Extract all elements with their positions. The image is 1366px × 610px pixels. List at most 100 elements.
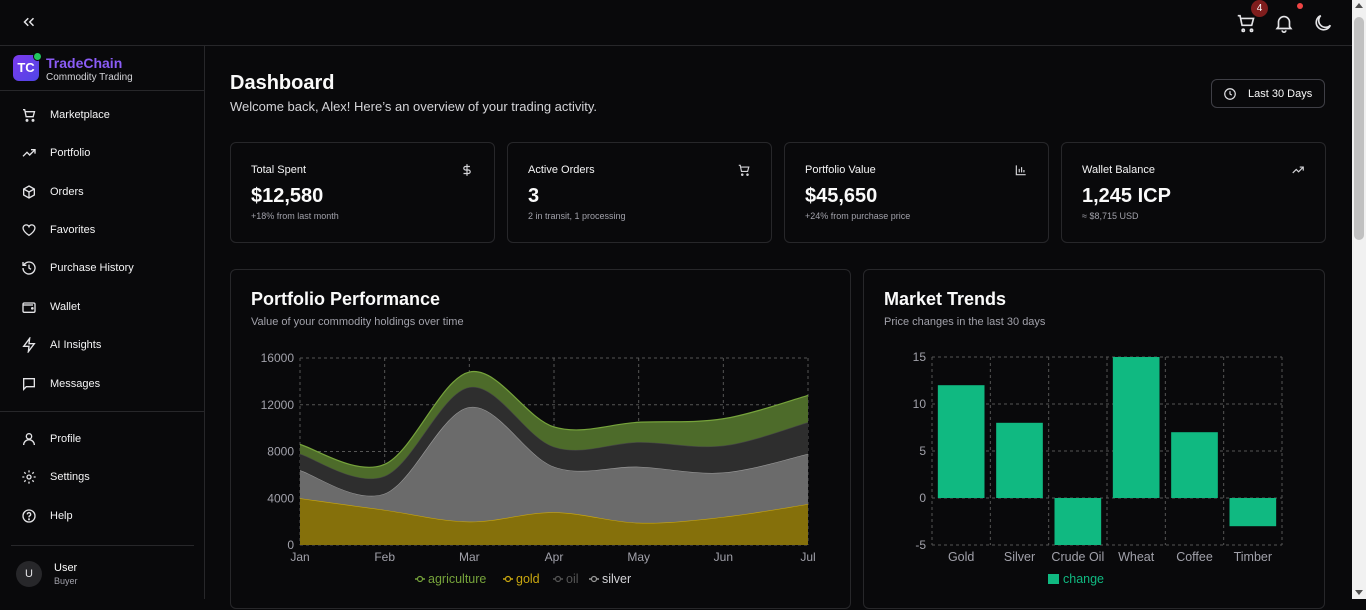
x-tick-label: Wheat — [1118, 550, 1155, 564]
bar-crude-oil — [1054, 498, 1102, 545]
market-trends-bar-chart: -5 0 5 10 15 Gold Silver Crude Oil Wheat Coffee Ti… — [913, 350, 1283, 586]
sidebar-item-orders[interactable]: Orders — [12, 177, 192, 207]
portfolio-performance-panel: Portfolio Performance Value of your comm… — [230, 269, 851, 609]
page-subtitle: Welcome back, Alex! Here’s an overview o… — [230, 99, 598, 114]
x-tick-label: Crude Oil — [1051, 550, 1104, 564]
bell-icon[interactable] — [1273, 12, 1295, 34]
date-range-button[interactable]: Last 30 Days — [1211, 79, 1325, 108]
x-tick-label: Apr — [545, 550, 564, 564]
user-role: Buyer — [54, 576, 78, 586]
sidebar: TC TradeChain Commodity Trading Marketpl… — [0, 46, 205, 599]
trending-up-icon — [21, 145, 37, 161]
online-status-dot — [33, 52, 42, 61]
trending-up-icon — [1291, 163, 1305, 177]
scroll-up-arrow[interactable] — [1355, 3, 1363, 8]
sidebar-item-label: Favorites — [50, 224, 96, 236]
sidebar-item-label: Marketplace — [50, 109, 110, 121]
legend-marker-gold — [504, 575, 512, 583]
sidebar-item-label: Profile — [50, 433, 82, 445]
moon-icon[interactable] — [1312, 12, 1334, 34]
brand[interactable]: TC TradeChain Commodity Trading — [0, 46, 204, 91]
sidebar-item-help[interactable]: Help — [12, 501, 192, 531]
x-tick-label: May — [627, 550, 650, 564]
y-tick-label: 10 — [913, 397, 927, 411]
history-icon — [21, 260, 37, 276]
cart-count-badge: 4 — [1251, 0, 1268, 17]
bar-timber — [1229, 498, 1277, 527]
legend-label-agriculture: agriculture — [428, 572, 486, 586]
package-icon — [21, 184, 37, 200]
x-tick-label: Gold — [948, 550, 974, 564]
x-tick-label: Jun — [714, 550, 733, 564]
legend-marker-oil — [554, 575, 562, 583]
sidebar-item-label: Orders — [50, 186, 84, 198]
notification-dot — [1297, 3, 1303, 9]
market-trends-panel: Market Trends Price changes in the last … — [863, 269, 1325, 609]
stat-title: Wallet Balance — [1082, 164, 1155, 176]
help-icon — [21, 508, 37, 524]
y-tick-label: 12000 — [261, 398, 295, 412]
bar-silver — [996, 422, 1043, 498]
portfolio-area-chart: 0400080001200016000Jan Feb Mar Apr May Jun Jul… — [261, 351, 816, 586]
wallet-icon — [21, 299, 37, 315]
top-bar: 4 — [0, 0, 1352, 46]
sidebar-item-profile[interactable]: Profile — [12, 424, 192, 454]
sidebar-item-favorites[interactable]: Favorites — [12, 215, 192, 245]
scroll-thumb[interactable] — [1354, 17, 1364, 240]
collapse-sidebar-icon[interactable] — [20, 13, 38, 31]
legend-marker-silver — [590, 575, 598, 583]
user-name: User — [54, 562, 78, 574]
bar-chart-icon — [1014, 163, 1028, 177]
stat-title: Total Spent — [251, 164, 307, 176]
y-tick-label: -5 — [915, 538, 926, 552]
legend-marker-agriculture — [416, 575, 424, 583]
heart-icon — [21, 222, 37, 238]
sidebar-item-label: Portfolio — [50, 147, 91, 159]
y-tick-label: 4000 — [267, 491, 294, 505]
y-tick-label: 8000 — [267, 445, 294, 459]
sidebar-item-wallet[interactable]: Wallet — [12, 292, 192, 322]
stat-note: ≈ $8,715 USD — [1082, 211, 1139, 221]
sidebar-item-label: AI Insights — [50, 339, 102, 351]
scroll-down-arrow[interactable] — [1355, 590, 1363, 595]
stat-value: 1,245 ICP — [1082, 185, 1171, 207]
legend-swatch-change — [1048, 574, 1059, 584]
message-icon — [21, 376, 37, 392]
legend-label-oil: oil — [566, 572, 579, 586]
stat-card-wallet-balance: Wallet Balance 1,245 ICP ≈ $8,715 USD — [1061, 142, 1326, 243]
stat-note: +18% from last month — [251, 211, 339, 221]
legend-label-silver: silver — [602, 572, 631, 586]
gear-icon — [21, 469, 37, 485]
stat-title: Active Orders — [528, 164, 595, 176]
y-tick-label: 0 — [919, 491, 926, 505]
sidebar-item-marketplace[interactable]: Marketplace — [12, 100, 192, 130]
x-tick-label: Timber — [1234, 550, 1272, 564]
sidebar-item-label: Help — [50, 510, 73, 522]
stat-card-active-orders: Active Orders 3 2 in transit, 1 processi… — [507, 142, 772, 243]
avatar[interactable]: U — [16, 561, 42, 587]
x-tick-label: Mar — [459, 550, 480, 564]
sidebar-item-settings[interactable]: Settings — [12, 462, 192, 492]
sidebar-item-label: Messages — [50, 378, 101, 390]
bar-wheat — [1112, 357, 1160, 498]
dollar-icon — [460, 163, 474, 177]
stat-value: $45,650 — [805, 185, 878, 207]
y-tick-label: 16000 — [261, 351, 295, 365]
sidebar-item-purchase-history[interactable]: Purchase History — [12, 253, 192, 283]
stat-value: 3 — [528, 185, 540, 207]
page-title: Dashboard — [230, 72, 335, 94]
cart-icon — [21, 107, 37, 123]
zap-icon — [21, 335, 37, 355]
bar-coffee — [1171, 432, 1218, 498]
scrollbar[interactable] — [1352, 0, 1366, 599]
brand-name: TradeChain — [46, 55, 123, 71]
x-tick-label: Silver — [1004, 550, 1035, 564]
sidebar-item-label: Settings — [50, 471, 90, 483]
sidebar-item-ai-insights[interactable]: AI Insights — [12, 330, 192, 360]
sidebar-item-messages[interactable]: Messages — [12, 369, 192, 399]
sidebar-item-portfolio[interactable]: Portfolio — [12, 138, 192, 168]
stat-card-portfolio-value: Portfolio Value $45,650 +24% from purcha… — [784, 142, 1049, 243]
main-content: Dashboard Welcome back, Alex! Here’s an … — [205, 46, 1352, 609]
date-range-label: Last 30 Days — [1248, 87, 1313, 100]
stat-value: $12,580 — [251, 185, 324, 207]
